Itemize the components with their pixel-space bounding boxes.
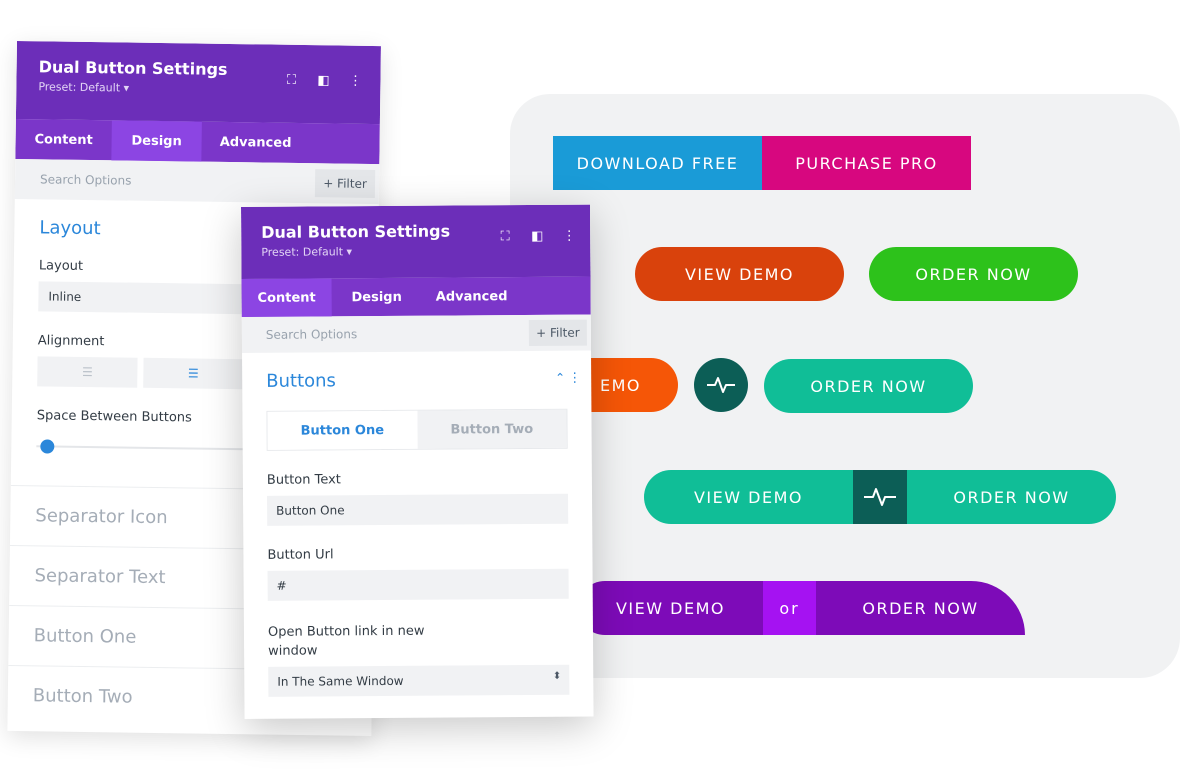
section-title-buttons[interactable]: Buttons [266,369,567,391]
search-bar: Search Options + Filter [14,158,380,205]
order-now-button[interactable]: ORDER NOW [869,247,1078,301]
panel-tabs: Content Design Advanced [241,276,591,317]
order-now-button[interactable]: ORDER NOW [816,581,1025,635]
subtab-button-one[interactable]: Button One [267,410,418,450]
search-input[interactable]: Search Options [266,327,357,342]
settings-panel-front: Dual Button Settings Preset: Default ▾ ⛶… [241,204,594,719]
search-bar: Search Options + Filter [241,314,592,353]
tab-design[interactable]: Design [111,120,202,162]
panel-header: Dual Button Settings Preset: Default ▾ ⛶… [241,204,591,279]
open-link-value: In The Same Window [277,673,404,689]
preset-dropdown[interactable]: Preset: Default ▾ [261,244,590,259]
open-link-label: Open Button link in new window [267,623,425,659]
align-left-icon[interactable]: ☰ [37,356,138,388]
download-free-button[interactable]: DOWNLOAD FREE [553,136,762,190]
button-text-label: Button Text [266,472,341,488]
order-now-button[interactable]: ORDER NOW [764,359,973,413]
align-center-icon[interactable]: ☰ [143,357,244,390]
dual-button-row-4: VIEW DEMO ORDER NOW [644,470,1116,524]
button-subtabs: Button One Button Two [266,408,568,451]
filter-button[interactable]: + Filter [314,169,376,199]
chevron-up-icon[interactable]: ⌃ [555,371,565,385]
panel-tabs: Content Design Advanced [15,118,380,165]
search-input[interactable]: Search Options [40,172,132,187]
more-icon[interactable]: ⋮ [568,371,581,386]
tab-content[interactable]: Content [15,119,112,160]
tab-advanced[interactable]: Advanced [421,277,521,316]
button-text-input[interactable]: Button One [267,493,569,526]
columns-icon[interactable]: ◧ [312,71,334,89]
tab-content[interactable]: Content [241,278,332,317]
view-demo-button[interactable]: VIEW DEMO [644,470,853,524]
panel-header: Dual Button Settings Preset: Default ▾ ⛶… [15,41,381,125]
view-demo-button[interactable]: VIEW DEMO [635,247,844,301]
button-url-input[interactable]: # [267,568,569,601]
more-icon[interactable]: ⋮ [558,227,580,245]
subtab-button-two[interactable]: Button Two [416,409,567,449]
filter-button[interactable]: + Filter [528,319,587,346]
view-demo-button[interactable]: VIEW DEMO [578,581,763,635]
open-link-select[interactable]: In The Same Window ⬍ [268,664,570,697]
dual-button-row-5: VIEW DEMO or ORDER NOW [578,581,1025,635]
dual-button-row-1: DOWNLOAD FREE PURCHASE PRO [553,136,971,190]
select-arrows-icon: ⬍ [552,670,562,682]
tab-design[interactable]: Design [332,278,422,317]
separator-text: or [763,581,816,635]
pulse-icon [853,470,907,524]
order-now-button[interactable]: ORDER NOW [907,470,1116,524]
expand-icon[interactable]: ⛶ [494,227,516,245]
expand-icon[interactable]: ⛶ [280,71,302,89]
button-url-label: Button Url [267,547,334,563]
purchase-pro-button[interactable]: PURCHASE PRO [762,136,971,190]
columns-icon[interactable]: ◧ [526,227,548,245]
dual-button-row-2: VIEW DEMO ORDER NOW [635,247,1078,301]
more-icon[interactable]: ⋮ [344,72,366,90]
tab-advanced[interactable]: Advanced [201,122,310,164]
slider-handle[interactable] [40,439,55,454]
pulse-icon [694,358,748,412]
